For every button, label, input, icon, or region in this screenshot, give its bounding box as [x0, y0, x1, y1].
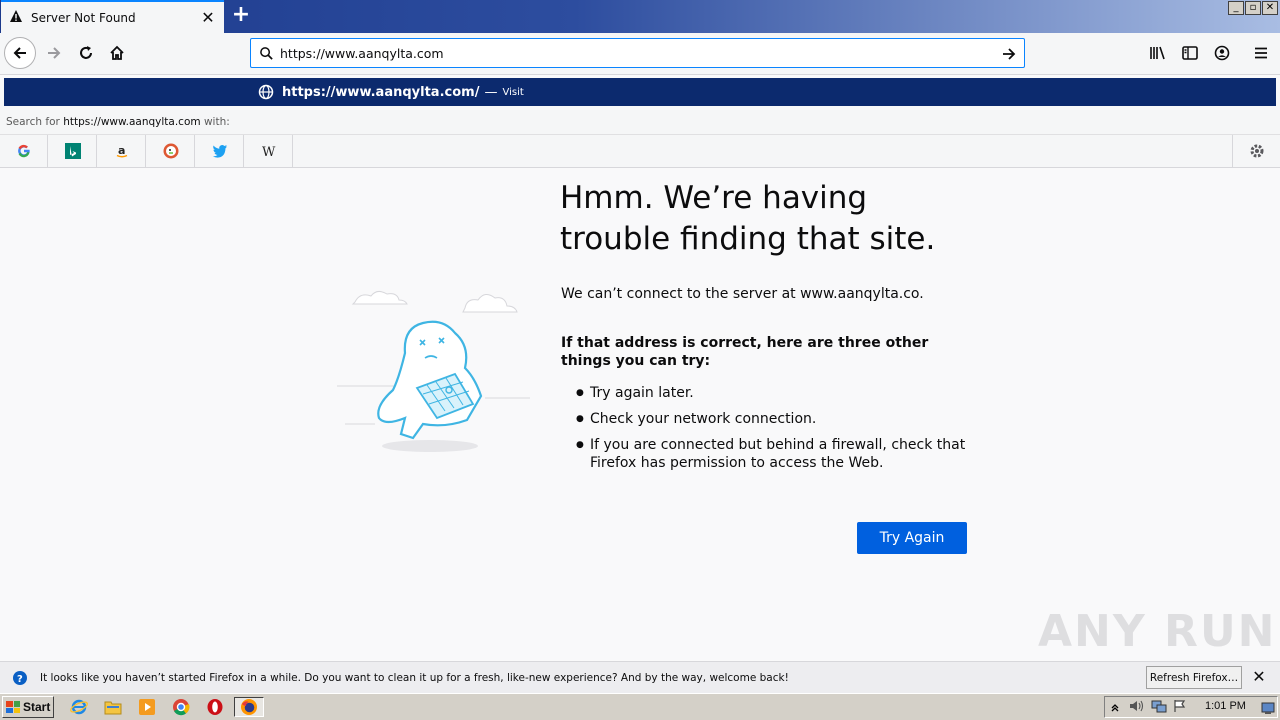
error-description: We can’t connect to the server at www.aa…	[561, 286, 924, 302]
search-settings-button[interactable]	[1232, 135, 1280, 167]
suggestion-list: Try again later. Check your network conn…	[576, 384, 966, 480]
suggestion-separator: —	[484, 84, 498, 100]
list-item: Try again later.	[576, 384, 966, 402]
svg-text:?: ?	[17, 674, 23, 685]
forward-arrow-icon	[48, 47, 61, 59]
error-title: Hmm. We’re having trouble finding that s…	[560, 180, 936, 257]
anyrun-watermark: ANY RUN	[1038, 606, 1277, 657]
list-item: If you are connected but behind a firewa…	[576, 436, 966, 472]
error-subtitle: If that address is correct, here are thr…	[561, 335, 929, 369]
firefox-taskbar-button[interactable]	[234, 697, 264, 717]
firefox-icon	[241, 699, 257, 715]
search-engine-wikipedia[interactable]: W	[245, 135, 293, 167]
tab-server-not-found[interactable]: Server Not Found ✕	[1, 0, 224, 33]
search-for-query: https://www.aanqylta.com	[63, 116, 201, 128]
hamburger-icon	[1255, 47, 1267, 59]
sidebar-button[interactable]	[1174, 37, 1206, 69]
start-button[interactable]: Start	[2, 696, 54, 718]
taskbar: Start 1:01 PM	[0, 693, 1280, 720]
amazon-icon: a	[116, 144, 127, 158]
suggestion-url: https://www.aanqylta.com/	[282, 84, 480, 100]
url-suggestion-row[interactable]: https://www.aanqylta.com/ — Visit	[4, 78, 1276, 106]
search-engine-amazon[interactable]: a	[98, 135, 146, 167]
start-label: Start	[23, 700, 51, 714]
sidebar-icon	[1182, 46, 1198, 60]
opera-icon[interactable]	[204, 697, 226, 717]
system-tray: 1:01 PM	[1104, 696, 1278, 718]
tab-close-button[interactable]: ✕	[200, 8, 216, 27]
tray-expand-icon[interactable]	[1111, 698, 1119, 717]
forward-button[interactable]	[38, 37, 70, 69]
home-icon	[110, 45, 124, 60]
google-icon	[17, 144, 30, 158]
error-illustration	[335, 278, 540, 462]
title-bar: Server Not Found ✕ + _ ▫ ✕	[0, 0, 1280, 33]
reload-button[interactable]	[70, 37, 102, 69]
notification-bar: ? It looks like you haven’t started Fire…	[0, 661, 1280, 693]
wikipedia-icon: W	[262, 145, 276, 159]
action-center-flag-icon[interactable]	[1173, 698, 1187, 717]
new-tab-button[interactable]: +	[228, 3, 254, 29]
svg-text:W: W	[262, 145, 276, 159]
suggestion-action: Visit	[502, 86, 524, 98]
windows-logo-icon	[6, 701, 20, 713]
network-icon[interactable]	[1151, 698, 1167, 717]
bing-icon	[64, 143, 81, 159]
search-engine-twitter[interactable]	[196, 135, 244, 167]
reload-icon	[80, 46, 92, 59]
url-input[interactable]	[280, 45, 980, 61]
search-for-suffix: with:	[200, 116, 230, 128]
close-window-button[interactable]: ✕	[1262, 1, 1278, 15]
internet-explorer-icon[interactable]	[68, 697, 90, 717]
tab-title: Server Not Found	[31, 10, 136, 25]
search-engine-duckduckgo[interactable]	[147, 135, 195, 167]
search-for-label: Search for https://www.aanqylta.com with…	[0, 110, 1280, 135]
error-page: Hmm. We’re having trouble finding that s…	[0, 168, 1280, 661]
search-engine-google[interactable]	[0, 135, 48, 167]
taskbar-clock[interactable]: 1:01 PM	[1205, 700, 1246, 712]
restore-button[interactable]: ▫	[1245, 1, 1261, 15]
home-button[interactable]	[101, 37, 133, 69]
try-again-button[interactable]: Try Again	[857, 522, 967, 554]
search-icon	[260, 46, 273, 60]
back-button[interactable]	[4, 37, 36, 69]
navigation-toolbar	[0, 33, 1280, 75]
go-arrow-icon	[1003, 48, 1016, 60]
list-item: Check your network connection.	[576, 410, 966, 428]
file-explorer-icon[interactable]	[102, 697, 124, 717]
chrome-icon[interactable]	[170, 697, 192, 717]
search-engine-bing[interactable]	[49, 135, 97, 167]
globe-icon	[258, 84, 274, 100]
twitter-icon	[212, 145, 227, 158]
menu-button[interactable]	[1245, 37, 1277, 69]
search-engine-bar: a W	[0, 135, 1280, 168]
account-icon	[1214, 45, 1230, 61]
account-button[interactable]	[1206, 37, 1238, 69]
go-button[interactable]	[998, 43, 1020, 65]
search-for-prefix: Search for	[6, 116, 64, 128]
url-bar[interactable]	[250, 38, 1025, 68]
gear-icon	[1250, 144, 1263, 158]
warning-icon	[9, 8, 23, 27]
notification-close-button[interactable]: ✕	[1250, 668, 1268, 686]
notification-text: It looks like you haven’t started Firefo…	[40, 671, 789, 684]
library-icon	[1150, 46, 1165, 60]
svg-text:a: a	[118, 144, 125, 157]
duckduckgo-icon	[163, 143, 178, 159]
back-arrow-icon	[13, 47, 26, 59]
media-player-icon[interactable]	[136, 697, 158, 717]
show-desktop-icon[interactable]	[1261, 700, 1275, 719]
help-icon: ?	[13, 670, 27, 685]
refresh-firefox-button[interactable]: Refresh Firefox…	[1146, 666, 1242, 689]
volume-icon[interactable]	[1129, 698, 1145, 717]
minimize-button[interactable]: _	[1228, 1, 1244, 15]
library-button[interactable]	[1142, 37, 1174, 69]
